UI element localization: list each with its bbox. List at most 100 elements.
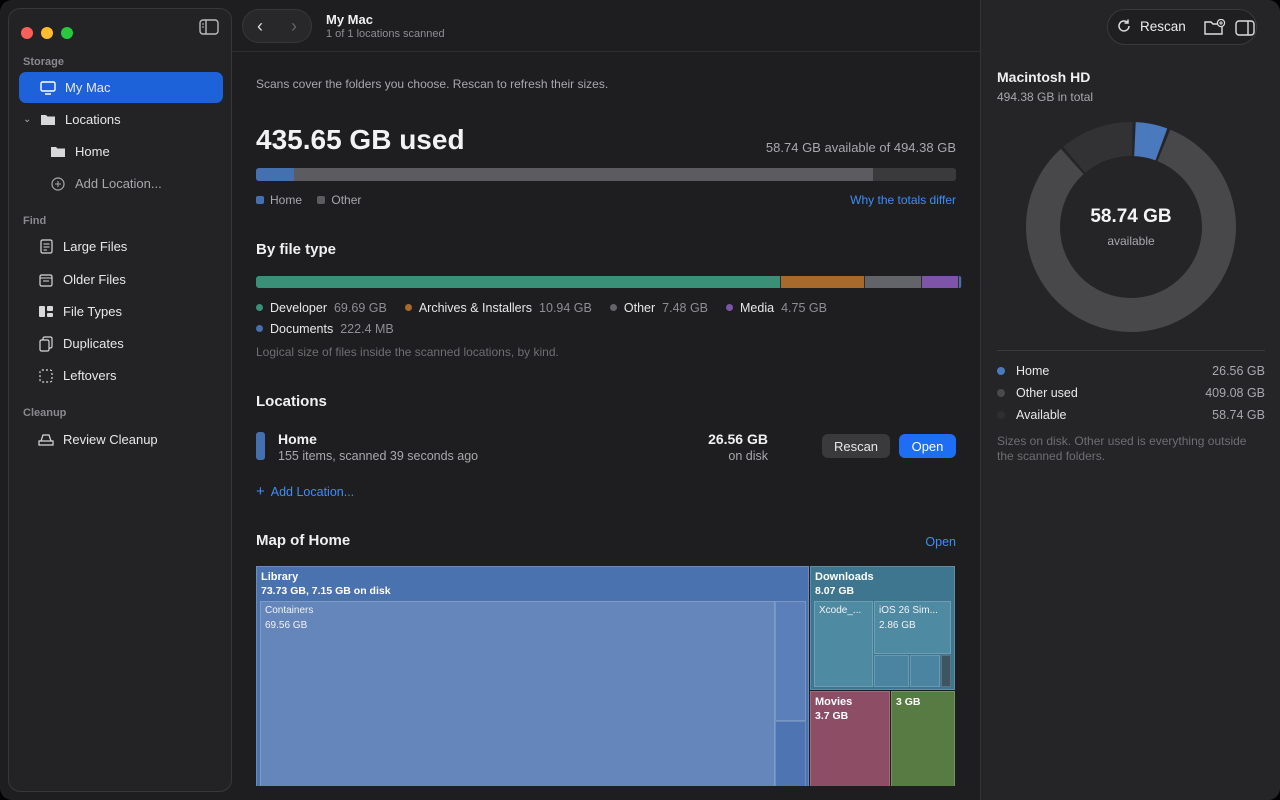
- sidebar-item-locations[interactable]: ⌄ Locations: [19, 104, 223, 135]
- file-type-bar: [256, 276, 962, 288]
- inspector-panel: Rescan Macintosh HD 494.38 GB in total 5…: [980, 0, 1280, 800]
- close-window-button[interactable]: [21, 27, 33, 39]
- location-size: 26.56 GB: [708, 431, 768, 447]
- treemap-xcode[interactable]: Xcode_...: [814, 601, 873, 687]
- treemap-green-block[interactable]: 3 GB: [891, 691, 955, 786]
- sidebar-item-label: Review Cleanup: [63, 432, 158, 447]
- file-type-segment[interactable]: [864, 276, 922, 288]
- app-window: Storage My Mac ⌄ Locations Home Add Loca…: [0, 0, 1280, 800]
- legend-dot: [997, 389, 1005, 397]
- file-type-segment[interactable]: [922, 276, 958, 288]
- grid-icon: [37, 304, 55, 320]
- minimize-window-button[interactable]: [41, 27, 53, 39]
- legend-other: Other: [317, 193, 361, 207]
- usage-legend: Home Other: [256, 193, 361, 207]
- used-total: 435.65 GB used: [256, 124, 465, 155]
- file-type-note: Logical size of files inside the scanned…: [256, 345, 559, 359]
- add-location-link[interactable]: + Add Location...: [256, 483, 354, 500]
- calendar-icon: [37, 272, 55, 288]
- zoom-window-button[interactable]: [61, 27, 73, 39]
- chevron-down-icon[interactable]: ⌄: [23, 114, 35, 125]
- treemap-block[interactable]: [874, 655, 909, 687]
- file-type-segment[interactable]: [781, 276, 864, 288]
- file-type-size: 10.94 GB: [539, 301, 592, 315]
- why-totals-differ-link[interactable]: Why the totals differ: [850, 193, 956, 207]
- disk-breakdown-value: 409.08 GB: [1205, 386, 1265, 400]
- treemap-containers[interactable]: Containers 69.56 GB: [260, 601, 775, 786]
- sidebar-item-add-location[interactable]: Add Location...: [19, 168, 223, 199]
- map-open-link[interactable]: Open: [925, 535, 956, 549]
- treemap-block[interactable]: [775, 601, 806, 721]
- treemap-size: 73.73 GB, 7.15 GB on disk: [261, 585, 391, 597]
- disk-name: Macintosh HD: [997, 69, 1091, 85]
- display-icon: [39, 80, 57, 96]
- legend-dot: [997, 367, 1005, 375]
- forward-button[interactable]: ›: [277, 10, 311, 42]
- file-type-segment[interactable]: [958, 276, 961, 288]
- treemap-label: iOS 26 Sim...: [879, 605, 938, 616]
- available-summary: 58.74 GB available of 494.38 GB: [765, 140, 956, 155]
- file-type-name: Developer: [270, 301, 327, 315]
- sidebar-item-my-mac[interactable]: My Mac: [19, 72, 223, 103]
- treemap-library[interactable]: Library 73.73 GB, 7.15 GB on disk Contai…: [256, 566, 809, 786]
- doc-icon: [37, 239, 55, 255]
- map-heading: Map of Home: [256, 532, 351, 549]
- location-name: Home: [278, 431, 317, 447]
- sidebar-item-duplicates[interactable]: Duplicates: [19, 328, 223, 359]
- sidebar-item-leftovers[interactable]: Leftovers: [19, 360, 223, 391]
- treemap-ios-sim[interactable]: iOS 26 Sim... 2.86 GB: [874, 601, 951, 654]
- file-type-name: Media: [740, 301, 775, 315]
- usage-bar-other: [294, 168, 873, 181]
- plus-icon: +: [256, 483, 265, 500]
- navigation-controls: ‹ ›: [242, 9, 312, 43]
- file-type-segment[interactable]: [256, 276, 781, 288]
- treemap-size: 3.7 GB: [815, 710, 849, 722]
- donut-center-label: available: [1107, 234, 1155, 248]
- sidebar-item-review-cleanup[interactable]: Review Cleanup: [19, 424, 223, 455]
- file-type-legend-item: Documents 222.4 MB: [256, 319, 394, 340]
- disk-breakdown-row: Available 58.74 GB: [997, 406, 1265, 424]
- location-rescan-button[interactable]: Rescan: [822, 434, 890, 458]
- inspector-toggle-icon[interactable]: [1235, 20, 1255, 36]
- donut-segment-home: [1133, 122, 1168, 161]
- sidebar-item-older-files[interactable]: Older Files: [19, 264, 223, 295]
- disk-breakdown-row: Home 26.56 GB: [997, 362, 1265, 380]
- treemap-block[interactable]: [775, 721, 806, 786]
- dashed-square-icon: [37, 368, 55, 384]
- treemap-downloads[interactable]: Downloads 8.07 GB Xcode_... iOS 26 Sim..…: [810, 566, 955, 690]
- treemap-label: Library: [261, 571, 299, 583]
- sidebar-item-large-files[interactable]: Large Files: [19, 231, 223, 262]
- treemap-block[interactable]: [910, 655, 940, 687]
- sidebar-item-label: Add Location...: [75, 176, 162, 191]
- disk-breakdown-label: Available: [1016, 408, 1067, 422]
- treemap-block[interactable]: [941, 655, 951, 687]
- sidebar-item-file-types[interactable]: File Types: [19, 296, 223, 327]
- disk-breakdown-value: 58.74 GB: [1212, 408, 1265, 422]
- duplicate-icon: [37, 335, 55, 352]
- disk-breakdown-label: Home: [1016, 364, 1050, 378]
- by-file-type-heading: By file type: [256, 241, 337, 258]
- folder-icon: [39, 112, 57, 128]
- chevron-right-icon: ›: [291, 15, 297, 36]
- donut-segment-available: [1063, 122, 1133, 174]
- usage-bar: [256, 168, 956, 181]
- divider: [997, 350, 1265, 351]
- location-open-button[interactable]: Open: [899, 434, 956, 458]
- sidebar-toggle-icon[interactable]: [199, 19, 219, 35]
- sidebar-section-find: Find: [23, 215, 47, 227]
- usage-bar-home: [256, 168, 294, 181]
- add-folder-icon[interactable]: [1204, 19, 1226, 36]
- rescan-toolbar-button[interactable]: Rescan: [1116, 18, 1186, 34]
- file-type-name: Archives & Installers: [418, 301, 533, 315]
- treemap-label: Movies: [815, 696, 853, 708]
- plus-circle-icon: [49, 176, 67, 192]
- sidebar-item-label: My Mac: [65, 80, 111, 95]
- back-button[interactable]: ‹: [243, 10, 277, 42]
- treemap-movies[interactable]: Movies 3.7 GB: [810, 691, 890, 786]
- window-controls: [21, 27, 73, 39]
- sidebar-item-label: Duplicates: [63, 336, 124, 351]
- sidebar-item-label: Large Files: [63, 239, 128, 254]
- sidebar: Storage My Mac ⌄ Locations Home Add Loca…: [8, 8, 232, 792]
- cleanup-icon: [37, 432, 55, 448]
- sidebar-item-home[interactable]: Home: [19, 136, 223, 167]
